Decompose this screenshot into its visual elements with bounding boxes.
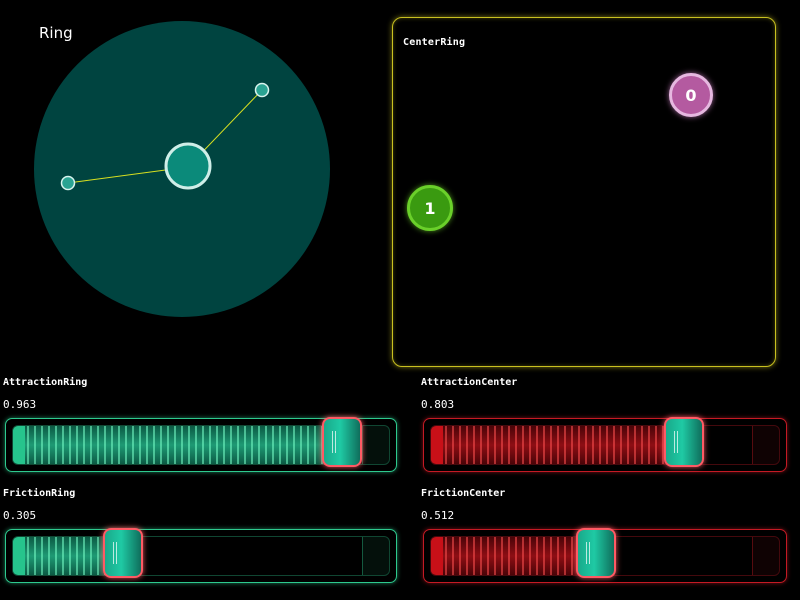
attraction-center-fill xyxy=(431,426,686,464)
attraction-center-cap xyxy=(431,426,443,464)
friction-ring-track xyxy=(12,536,390,576)
app-stage: Ring CenterRing 0 1 AttractionRing 0.963… xyxy=(0,0,800,600)
center-ring-title: CenterRing xyxy=(403,37,466,48)
ring-node-left[interactable] xyxy=(60,175,76,191)
attraction-center-value: 0.803 xyxy=(421,398,455,411)
ring-node-top[interactable] xyxy=(254,82,270,98)
attraction-center-slider[interactable] xyxy=(423,417,787,472)
friction-center-endmark xyxy=(752,537,779,575)
attraction-center-endmark xyxy=(752,426,779,464)
ring-title: Ring xyxy=(39,24,73,42)
friction-center-fill xyxy=(431,537,597,575)
center-node-0-label: 0 xyxy=(685,85,697,105)
attraction-ring-cap xyxy=(13,426,25,464)
friction-center-slider[interactable] xyxy=(423,528,787,583)
center-node-0[interactable]: 0 xyxy=(669,73,713,117)
attraction-center-track xyxy=(430,425,780,465)
attraction-ring-endmark xyxy=(362,426,389,464)
ring-canvas[interactable] xyxy=(0,0,380,340)
friction-ring-cap xyxy=(13,537,25,575)
friction-ring-label: FrictionRing xyxy=(3,488,76,499)
attraction-center-label: AttractionCenter xyxy=(421,377,518,388)
center-ring-panel[interactable] xyxy=(392,17,776,367)
friction-ring-slider[interactable] xyxy=(5,528,397,583)
attraction-center-thumb[interactable] xyxy=(664,417,705,467)
attraction-ring-value: 0.963 xyxy=(3,398,37,411)
friction-center-cap xyxy=(431,537,443,575)
center-node-1[interactable]: 1 xyxy=(407,185,453,231)
friction-ring-value: 0.305 xyxy=(3,509,37,522)
attraction-ring-thumb[interactable] xyxy=(321,417,362,467)
friction-center-value: 0.512 xyxy=(421,509,455,522)
center-node-1-label: 1 xyxy=(424,198,436,218)
attraction-ring-label: AttractionRing xyxy=(3,377,88,388)
friction-center-label: FrictionCenter xyxy=(421,488,506,499)
friction-ring-thumb[interactable] xyxy=(103,528,144,578)
attraction-ring-fill xyxy=(13,426,343,464)
friction-center-thumb[interactable] xyxy=(575,528,616,578)
ring-center-node[interactable] xyxy=(164,142,212,190)
attraction-ring-slider[interactable] xyxy=(5,417,397,472)
friction-ring-endmark xyxy=(362,537,389,575)
